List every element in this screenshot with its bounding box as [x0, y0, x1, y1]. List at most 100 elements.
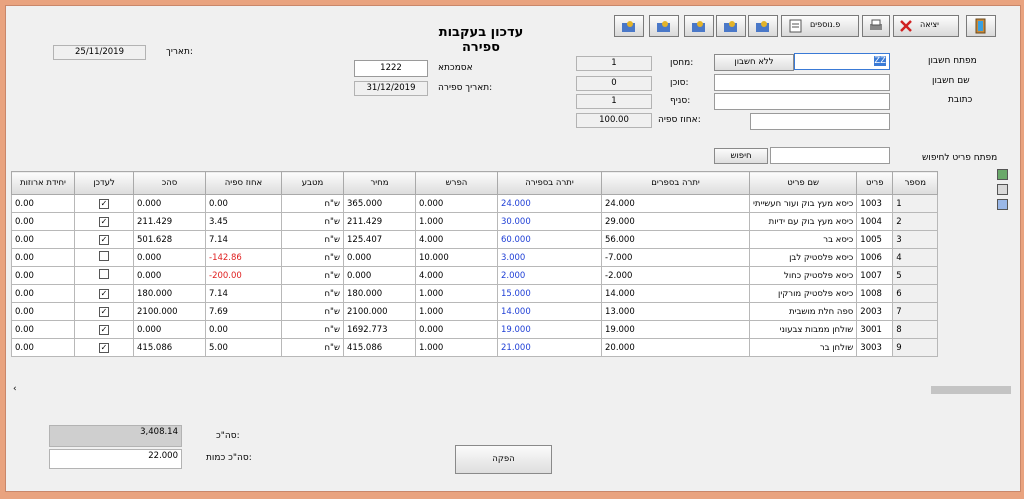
cell-pct[interactable]: 3.45	[205, 212, 282, 231]
col-percent[interactable]: אחוז ספיה	[205, 171, 282, 195]
col-item[interactable]: פריט	[856, 171, 894, 195]
cell-upd[interactable]: ✓	[74, 284, 134, 303]
cell-unit[interactable]: 0.00	[11, 338, 75, 357]
table-row[interactable]: 0.00 ✓ 0.000 0.00 ש"ח 1692.773 0.000 19.000 19.0…	[11, 320, 939, 339]
cell-unit[interactable]: 0.00	[11, 212, 75, 231]
cell-diff[interactable]: 4.000	[415, 230, 498, 249]
cell-pct[interactable]: 0.00	[205, 194, 282, 213]
cell-diff[interactable]: 1.000	[415, 338, 498, 357]
cell-diff[interactable]: 0.000	[415, 320, 498, 339]
grid-expand-icon[interactable]	[997, 169, 1008, 180]
cell-count[interactable]: 60.000	[497, 230, 602, 249]
table-row[interactable]: 0.00 ✓ 211.429 3.45 ש"ח 211.429 1.000 30.000 29.…	[11, 212, 939, 231]
cell-name[interactable]: ספה חלת מושבית	[748, 302, 858, 321]
tool-button-2[interactable]	[649, 15, 679, 37]
table-row[interactable]: 0.00 ✓ 0.000 0.00 ש"ח 365.000 0.000 24.000 24.00…	[11, 194, 939, 213]
cell-count[interactable]: 3.000	[497, 248, 602, 267]
col-row-number[interactable]: מספר	[892, 171, 939, 195]
cell-n[interactable]: 7	[892, 302, 939, 321]
cell-n[interactable]: 6	[892, 284, 939, 303]
cell-unit[interactable]: 0.00	[11, 230, 75, 249]
cell-upd[interactable]: ✓	[74, 338, 134, 357]
cell-count[interactable]: 2.000	[497, 266, 602, 285]
cell-pct[interactable]: 7.69	[205, 302, 282, 321]
cell-upd[interactable]	[74, 248, 134, 267]
cell-total[interactable]: 2100.000	[133, 302, 206, 321]
table-row[interactable]: 0.00 ✓ 180.000 7.14 ש"ח 180.000 1.000 15.000 14.…	[11, 284, 939, 303]
cell-name[interactable]: כיסא בר	[748, 230, 858, 249]
cell-price[interactable]: 180.000	[343, 284, 416, 303]
cell-cur[interactable]: ש"ח	[281, 248, 344, 267]
cell-pct[interactable]: 5.00	[205, 338, 282, 357]
cell-n[interactable]: 5	[892, 266, 939, 285]
cell-total[interactable]: 211.429	[133, 212, 206, 231]
cell-upd[interactable]: ✓	[74, 212, 134, 231]
print-button[interactable]	[862, 15, 890, 37]
cell-book[interactable]: -2.000	[601, 266, 750, 285]
tool-button-4[interactable]	[716, 15, 746, 37]
address-input[interactable]	[714, 93, 890, 110]
cell-total[interactable]: 180.000	[133, 284, 206, 303]
cell-cur[interactable]: ש"ח	[281, 212, 344, 231]
cell-total[interactable]: 501.628	[133, 230, 206, 249]
cell-total[interactable]: 0.000	[133, 266, 206, 285]
cell-upd[interactable]: ✓	[74, 194, 134, 213]
cell-name[interactable]: כיסא מעץ בוק ועור חעשייתי	[748, 194, 858, 213]
cell-price[interactable]: 365.000	[343, 194, 416, 213]
cell-price[interactable]: 211.429	[343, 212, 416, 231]
cell-item[interactable]: 1006	[856, 248, 894, 267]
cell-item[interactable]: 3001	[856, 320, 894, 339]
cell-cur[interactable]: ש"ח	[281, 194, 344, 213]
cell-upd[interactable]	[74, 266, 134, 285]
cell-n[interactable]: 1	[892, 194, 939, 213]
cell-n[interactable]: 9	[892, 338, 939, 357]
tool-button-3[interactable]	[684, 15, 714, 37]
col-count-balance[interactable]: יתרה בספירה	[497, 171, 602, 195]
col-currency[interactable]: מטבע	[281, 171, 344, 195]
scrollbar-thumb[interactable]	[931, 386, 1011, 394]
tool-button-1[interactable]	[614, 15, 644, 37]
cell-diff[interactable]: 4.000	[415, 266, 498, 285]
cell-item[interactable]: 1007	[856, 266, 894, 285]
produce-button[interactable]: הפקה	[455, 445, 552, 474]
cell-count[interactable]: 21.000	[497, 338, 602, 357]
cell-n[interactable]: 3	[892, 230, 939, 249]
cell-book[interactable]: 56.000	[601, 230, 750, 249]
more-details-button[interactable]: פ.נוספים	[781, 15, 859, 37]
cell-diff[interactable]: 10.000	[415, 248, 498, 267]
document-input[interactable]: 1222	[354, 60, 428, 77]
col-unit[interactable]: יחידת ארוזות	[11, 171, 75, 195]
update-checkbox[interactable]: ✓	[99, 306, 109, 317]
cell-unit[interactable]: 0.00	[11, 320, 75, 339]
exit-button[interactable]: יציאה	[893, 15, 959, 37]
cell-unit[interactable]: 0.00	[11, 302, 75, 321]
update-checkbox[interactable]: ✓	[99, 234, 109, 245]
cell-item[interactable]: 2003	[856, 302, 894, 321]
cell-cur[interactable]: ש"ח	[281, 320, 344, 339]
cell-n[interactable]: 4	[892, 248, 939, 267]
col-diff[interactable]: הפרש	[415, 171, 498, 195]
cell-total[interactable]: 0.000	[133, 248, 206, 267]
cell-item[interactable]: 3003	[856, 338, 894, 357]
cell-pct[interactable]: 0.00	[205, 320, 282, 339]
tool-button-5[interactable]	[748, 15, 778, 37]
cell-count[interactable]: 24.000	[497, 194, 602, 213]
search-button[interactable]: חיפוש	[714, 148, 768, 164]
col-update[interactable]: לעדכן	[74, 171, 134, 195]
cell-name[interactable]: שולחן בר	[748, 338, 858, 357]
update-checkbox[interactable]: ✓	[99, 342, 109, 353]
update-checkbox[interactable]	[99, 269, 109, 279]
cell-item[interactable]: 1005	[856, 230, 894, 249]
cell-name[interactable]: שולחן ממבות צבעוני	[748, 320, 858, 339]
cell-pct[interactable]: -200.00	[205, 266, 282, 285]
grid-print-icon[interactable]	[997, 184, 1008, 195]
update-checkbox[interactable]	[99, 251, 109, 261]
cell-book[interactable]: 19.000	[601, 320, 750, 339]
cell-book[interactable]: 20.000	[601, 338, 750, 357]
cell-price[interactable]: 125.407	[343, 230, 416, 249]
cell-diff[interactable]: 1.000	[415, 302, 498, 321]
cell-item[interactable]: 1008	[856, 284, 894, 303]
cell-diff[interactable]: 1.000	[415, 284, 498, 303]
cell-cur[interactable]: ש"ח	[281, 338, 344, 357]
cell-unit[interactable]: 0.00	[11, 194, 75, 213]
